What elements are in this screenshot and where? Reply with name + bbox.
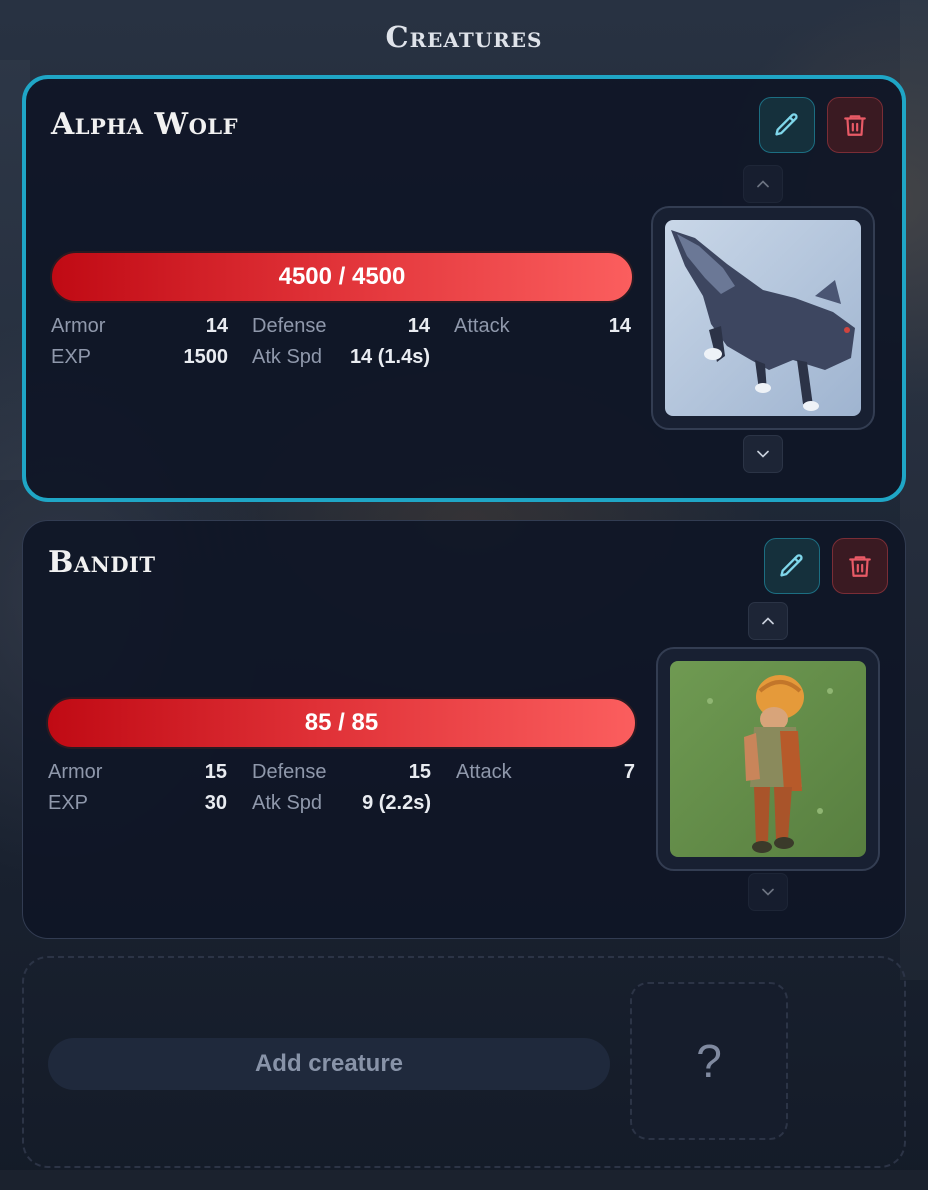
hp-text: 4500 / 4500: [278, 263, 406, 290]
creature-card[interactable]: Bandit 85 / 85 Armor 15 Defense 15 Attac…: [22, 520, 906, 939]
edit-button[interactable]: [759, 97, 815, 153]
chevron-down-icon: [757, 450, 769, 458]
delete-button[interactable]: [832, 538, 888, 594]
question-mark-icon: ?: [696, 1035, 722, 1087]
chevron-down-icon: [762, 888, 774, 896]
attack-label: Attack: [456, 761, 512, 783]
exp-value: 30: [204, 792, 227, 814]
creature-portrait[interactable]: [656, 647, 880, 871]
attack-value: 14: [608, 315, 631, 337]
delete-button[interactable]: [827, 97, 883, 153]
creature-name: Alpha Wolf: [51, 107, 239, 142]
defense-label: Defense: [252, 315, 327, 337]
creature-name: Bandit: [48, 545, 156, 580]
attack-label: Attack: [454, 315, 510, 337]
creature-card[interactable]: Alpha Wolf 4500 / 4500 Armor 14 Defense …: [22, 75, 906, 502]
chevron-up-icon: [757, 180, 769, 188]
armor-label: Armor: [51, 315, 106, 337]
exp-label: EXP: [51, 346, 92, 368]
move-up-button[interactable]: [743, 165, 783, 203]
hp-text: 85 / 85: [304, 709, 379, 736]
defense-value: 15: [408, 761, 431, 783]
page-title: Creatures: [385, 20, 543, 54]
atk-spd-label: Atk Spd: [252, 792, 323, 814]
creature-portrait[interactable]: [651, 206, 875, 430]
wolf-image: [665, 220, 861, 416]
armor-value: 14: [205, 315, 228, 337]
bandit-image: [670, 661, 866, 857]
armor-label: Armor: [48, 761, 103, 783]
add-creature-card: Add creature ?: [22, 956, 906, 1168]
chevron-up-icon: [762, 617, 774, 625]
add-creature-button[interactable]: Add creature: [48, 1038, 610, 1090]
pencil-icon: [775, 113, 798, 136]
atk-spd-label: Atk Spd: [252, 346, 323, 368]
atk-spd-value: 14 (1.4s): [349, 346, 430, 368]
move-down-button[interactable]: [743, 435, 783, 473]
defense-label: Defense: [252, 761, 327, 783]
pencil-icon: [780, 554, 803, 577]
hp-bar: 4500 / 4500: [50, 251, 634, 303]
move-up-button[interactable]: [748, 602, 788, 640]
move-down-button[interactable]: [748, 873, 788, 911]
edit-button[interactable]: [764, 538, 820, 594]
exp-value: 1500: [183, 346, 229, 368]
trash-icon: [844, 115, 866, 136]
trash-icon: [849, 556, 871, 577]
attack-value: 7: [623, 761, 635, 783]
hp-bar: 85 / 85: [46, 697, 637, 749]
armor-value: 15: [204, 761, 227, 783]
defense-value: 14: [407, 315, 430, 337]
atk-spd-value: 9 (2.2s): [362, 792, 431, 814]
exp-label: EXP: [48, 792, 89, 814]
add-portrait-placeholder[interactable]: ?: [630, 982, 788, 1140]
